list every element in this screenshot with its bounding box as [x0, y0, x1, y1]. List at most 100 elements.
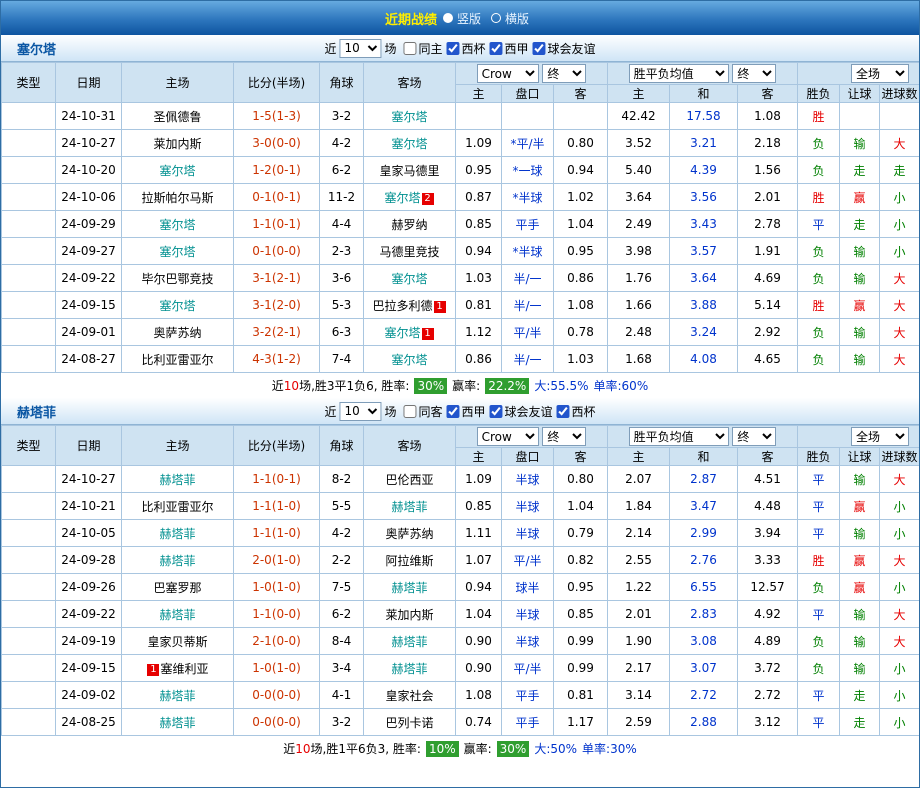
filter-checkbox-label: 球会友谊: [548, 40, 596, 57]
odds-home-cell: 1.11: [456, 520, 502, 547]
odds-home-cell: 0.94: [456, 238, 502, 265]
layout-version-radio[interactable]: [491, 13, 501, 23]
scope-select[interactable]: 全场: [851, 427, 909, 446]
scope-select[interactable]: 全场: [851, 64, 909, 83]
date-cell: 24-09-26: [56, 574, 122, 601]
away-team-cell: 塞尔塔: [364, 130, 456, 157]
top-bar: 近期战绩 竖版 横版: [1, 1, 919, 35]
wdl-cell: 负: [798, 655, 840, 682]
odds-home-cell: 1.04: [456, 601, 502, 628]
handicap-result-cell: 输: [840, 601, 880, 628]
filter-checkbox[interactable]: [403, 405, 416, 418]
odds-time-select[interactable]: 终: [542, 64, 586, 83]
filter-checkbox[interactable]: [490, 42, 503, 55]
avg-time-select[interactable]: 终: [732, 64, 776, 83]
goals-result-cell: 小: [880, 520, 920, 547]
odds-time-select[interactable]: 终: [542, 427, 586, 446]
wdl-cell: 平: [798, 601, 840, 628]
odds-home-cell: 0.86: [456, 346, 502, 373]
wdl-cell: 负: [798, 574, 840, 601]
team-name-text: 塞尔塔: [159, 299, 195, 313]
handicap-result-cell: [840, 103, 880, 130]
recent-results-page: 近期战绩 竖版横版 塞尔塔 近 10 场 同主西杯西甲球会友谊 类型: [0, 0, 920, 788]
layout-version-radio-label[interactable]: 横版: [505, 10, 529, 27]
handicap-cell: 半球: [502, 493, 554, 520]
odds-home-cell: 0.74: [456, 709, 502, 736]
filter-checkbox[interactable]: [447, 42, 460, 55]
team-name-text: 赫罗纳: [391, 218, 427, 232]
page-title: 近期战绩: [385, 9, 437, 28]
home-team-cell: 比利亚雷亚尔: [122, 346, 234, 373]
avg-home-cell: 1.68: [608, 346, 670, 373]
league-cell: 西甲: [2, 265, 56, 292]
corners-cell: 7-4: [320, 346, 364, 373]
odds-company-select[interactable]: Crow: [477, 64, 539, 83]
team-name-text: 赫塔菲: [391, 581, 427, 595]
goals-result-cell: 走: [880, 157, 920, 184]
team-section-header: 塞尔塔 近 10 场 同主西杯西甲球会友谊: [1, 35, 919, 62]
home-team-cell: 赫塔菲: [122, 466, 234, 493]
odds-home-cell: 0.81: [456, 292, 502, 319]
score-cell: 0-1(0-1): [234, 184, 320, 211]
handicap-cell: 球半: [502, 574, 554, 601]
wdl-cell: 胜: [798, 184, 840, 211]
layout-version-radio[interactable]: [443, 13, 453, 23]
avg-draw-cell: 3.07: [670, 655, 738, 682]
corners-cell: 4-2: [320, 520, 364, 547]
team-name-text: 塞尔塔: [384, 326, 420, 340]
match-row: 西甲24-09-151塞维利亚1-0(1-0)3-4赫塔菲0.90平/半0.99…: [2, 655, 920, 682]
goals-result-cell: 大: [880, 628, 920, 655]
odds-company-select[interactable]: Crow: [477, 427, 539, 446]
corners-cell: 3-6: [320, 265, 364, 292]
team-name-text: 比利亚雷亚尔: [141, 353, 213, 367]
filter-checkbox[interactable]: [447, 405, 460, 418]
recent-count-select[interactable]: 10: [339, 39, 381, 58]
league-cell: 西甲: [2, 574, 56, 601]
cover-rate-badge: 30%: [497, 741, 530, 757]
avg-home-cell: 42.42: [608, 103, 670, 130]
avg-away-cell: 4.69: [738, 265, 798, 292]
away-team-cell: 奥萨苏纳: [364, 520, 456, 547]
date-cell: 24-10-21: [56, 493, 122, 520]
filter-checkbox[interactable]: [533, 42, 546, 55]
col-goals-result: 进球数: [880, 85, 920, 103]
summary-row: 近10场,胜1平6负3, 胜率: 10% 赢率: 30% 大:50% 单率:30…: [1, 736, 919, 761]
col-wdl: 胜负: [798, 85, 840, 103]
away-team-cell: 马德里竞技: [364, 238, 456, 265]
filter-checkbox[interactable]: [490, 405, 503, 418]
team-name-text: 赫塔菲: [391, 500, 427, 514]
corners-cell: 8-4: [320, 628, 364, 655]
odds-away-cell: 0.82: [554, 547, 608, 574]
league-filter-checkboxes: 同客西甲球会友谊西杯: [399, 403, 595, 420]
goals-result-cell: 小: [880, 184, 920, 211]
avg-home-cell: 1.66: [608, 292, 670, 319]
filter-checkbox[interactable]: [403, 42, 416, 55]
filter-checkbox[interactable]: [557, 405, 570, 418]
date-cell: 24-10-27: [56, 466, 122, 493]
col-home: 主场: [122, 63, 234, 103]
corners-cell: 8-2: [320, 466, 364, 493]
team-name-text: 毕尔巴鄂竞技: [141, 272, 213, 286]
match-row: 西甲24-09-22赫塔菲1-1(0-0)6-2莱加内斯1.04半球0.852.…: [2, 601, 920, 628]
avg-time-select[interactable]: 终: [732, 427, 776, 446]
odds-away-cell: 0.79: [554, 520, 608, 547]
avg-type-select[interactable]: 胜平负均值: [629, 64, 729, 83]
wdl-cell: 平: [798, 682, 840, 709]
team-name-text: 赫塔菲: [159, 689, 195, 703]
handicap-result-cell: 输: [840, 628, 880, 655]
date-cell: 24-09-19: [56, 628, 122, 655]
league-cell: 西甲: [2, 520, 56, 547]
corners-cell: 6-2: [320, 601, 364, 628]
corners-cell: 5-3: [320, 292, 364, 319]
recent-count-select[interactable]: 10: [339, 402, 381, 421]
league-filter-option: 西甲: [447, 403, 486, 420]
handicap-cell: 半球: [502, 628, 554, 655]
layout-version-radio-label[interactable]: 竖版: [457, 10, 481, 27]
handicap-result-cell: 走: [840, 682, 880, 709]
team-name-text: 塞尔塔: [391, 272, 427, 286]
avg-type-select[interactable]: 胜平负均值: [629, 427, 729, 446]
avg-home-cell: 2.49: [608, 211, 670, 238]
odds-away-cell: 0.81: [554, 682, 608, 709]
match-row: 西甲24-09-27塞尔塔0-1(0-0)2-3马德里竞技0.94*半球0.95…: [2, 238, 920, 265]
team-name-text: 塞尔塔: [159, 245, 195, 259]
